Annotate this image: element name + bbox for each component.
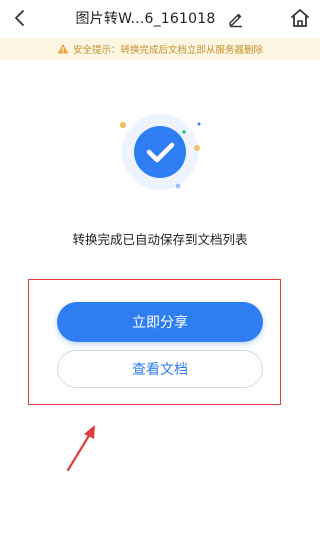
security-notice-text: 安全提示：转换完成后文档立即从服务器删除 <box>72 45 263 56</box>
view-document-button[interactable]: 查看文档 <box>57 350 263 388</box>
home-icon <box>291 9 309 27</box>
home-button[interactable] <box>288 6 312 30</box>
annotation-arrow-icon <box>66 425 95 472</box>
rename-button[interactable] <box>227 10 245 28</box>
document-title[interactable]: 图片转W...6_161018 <box>75 9 215 29</box>
security-notice-banner: 安全提示：转换完成后文档立即从服务器删除 <box>0 38 320 60</box>
share-now-button[interactable]: 立即分享 <box>57 302 263 342</box>
check-circle-icon <box>120 114 201 190</box>
title-area: 图片转W...6_161018 <box>0 8 320 29</box>
top-navigation-bar: 图片转W...6_161018 <box>0 0 320 38</box>
warning-icon <box>57 44 69 54</box>
conversion-success-message: 转换完成已自动保存到文档列表 <box>72 232 248 247</box>
pencil-icon <box>228 13 242 27</box>
